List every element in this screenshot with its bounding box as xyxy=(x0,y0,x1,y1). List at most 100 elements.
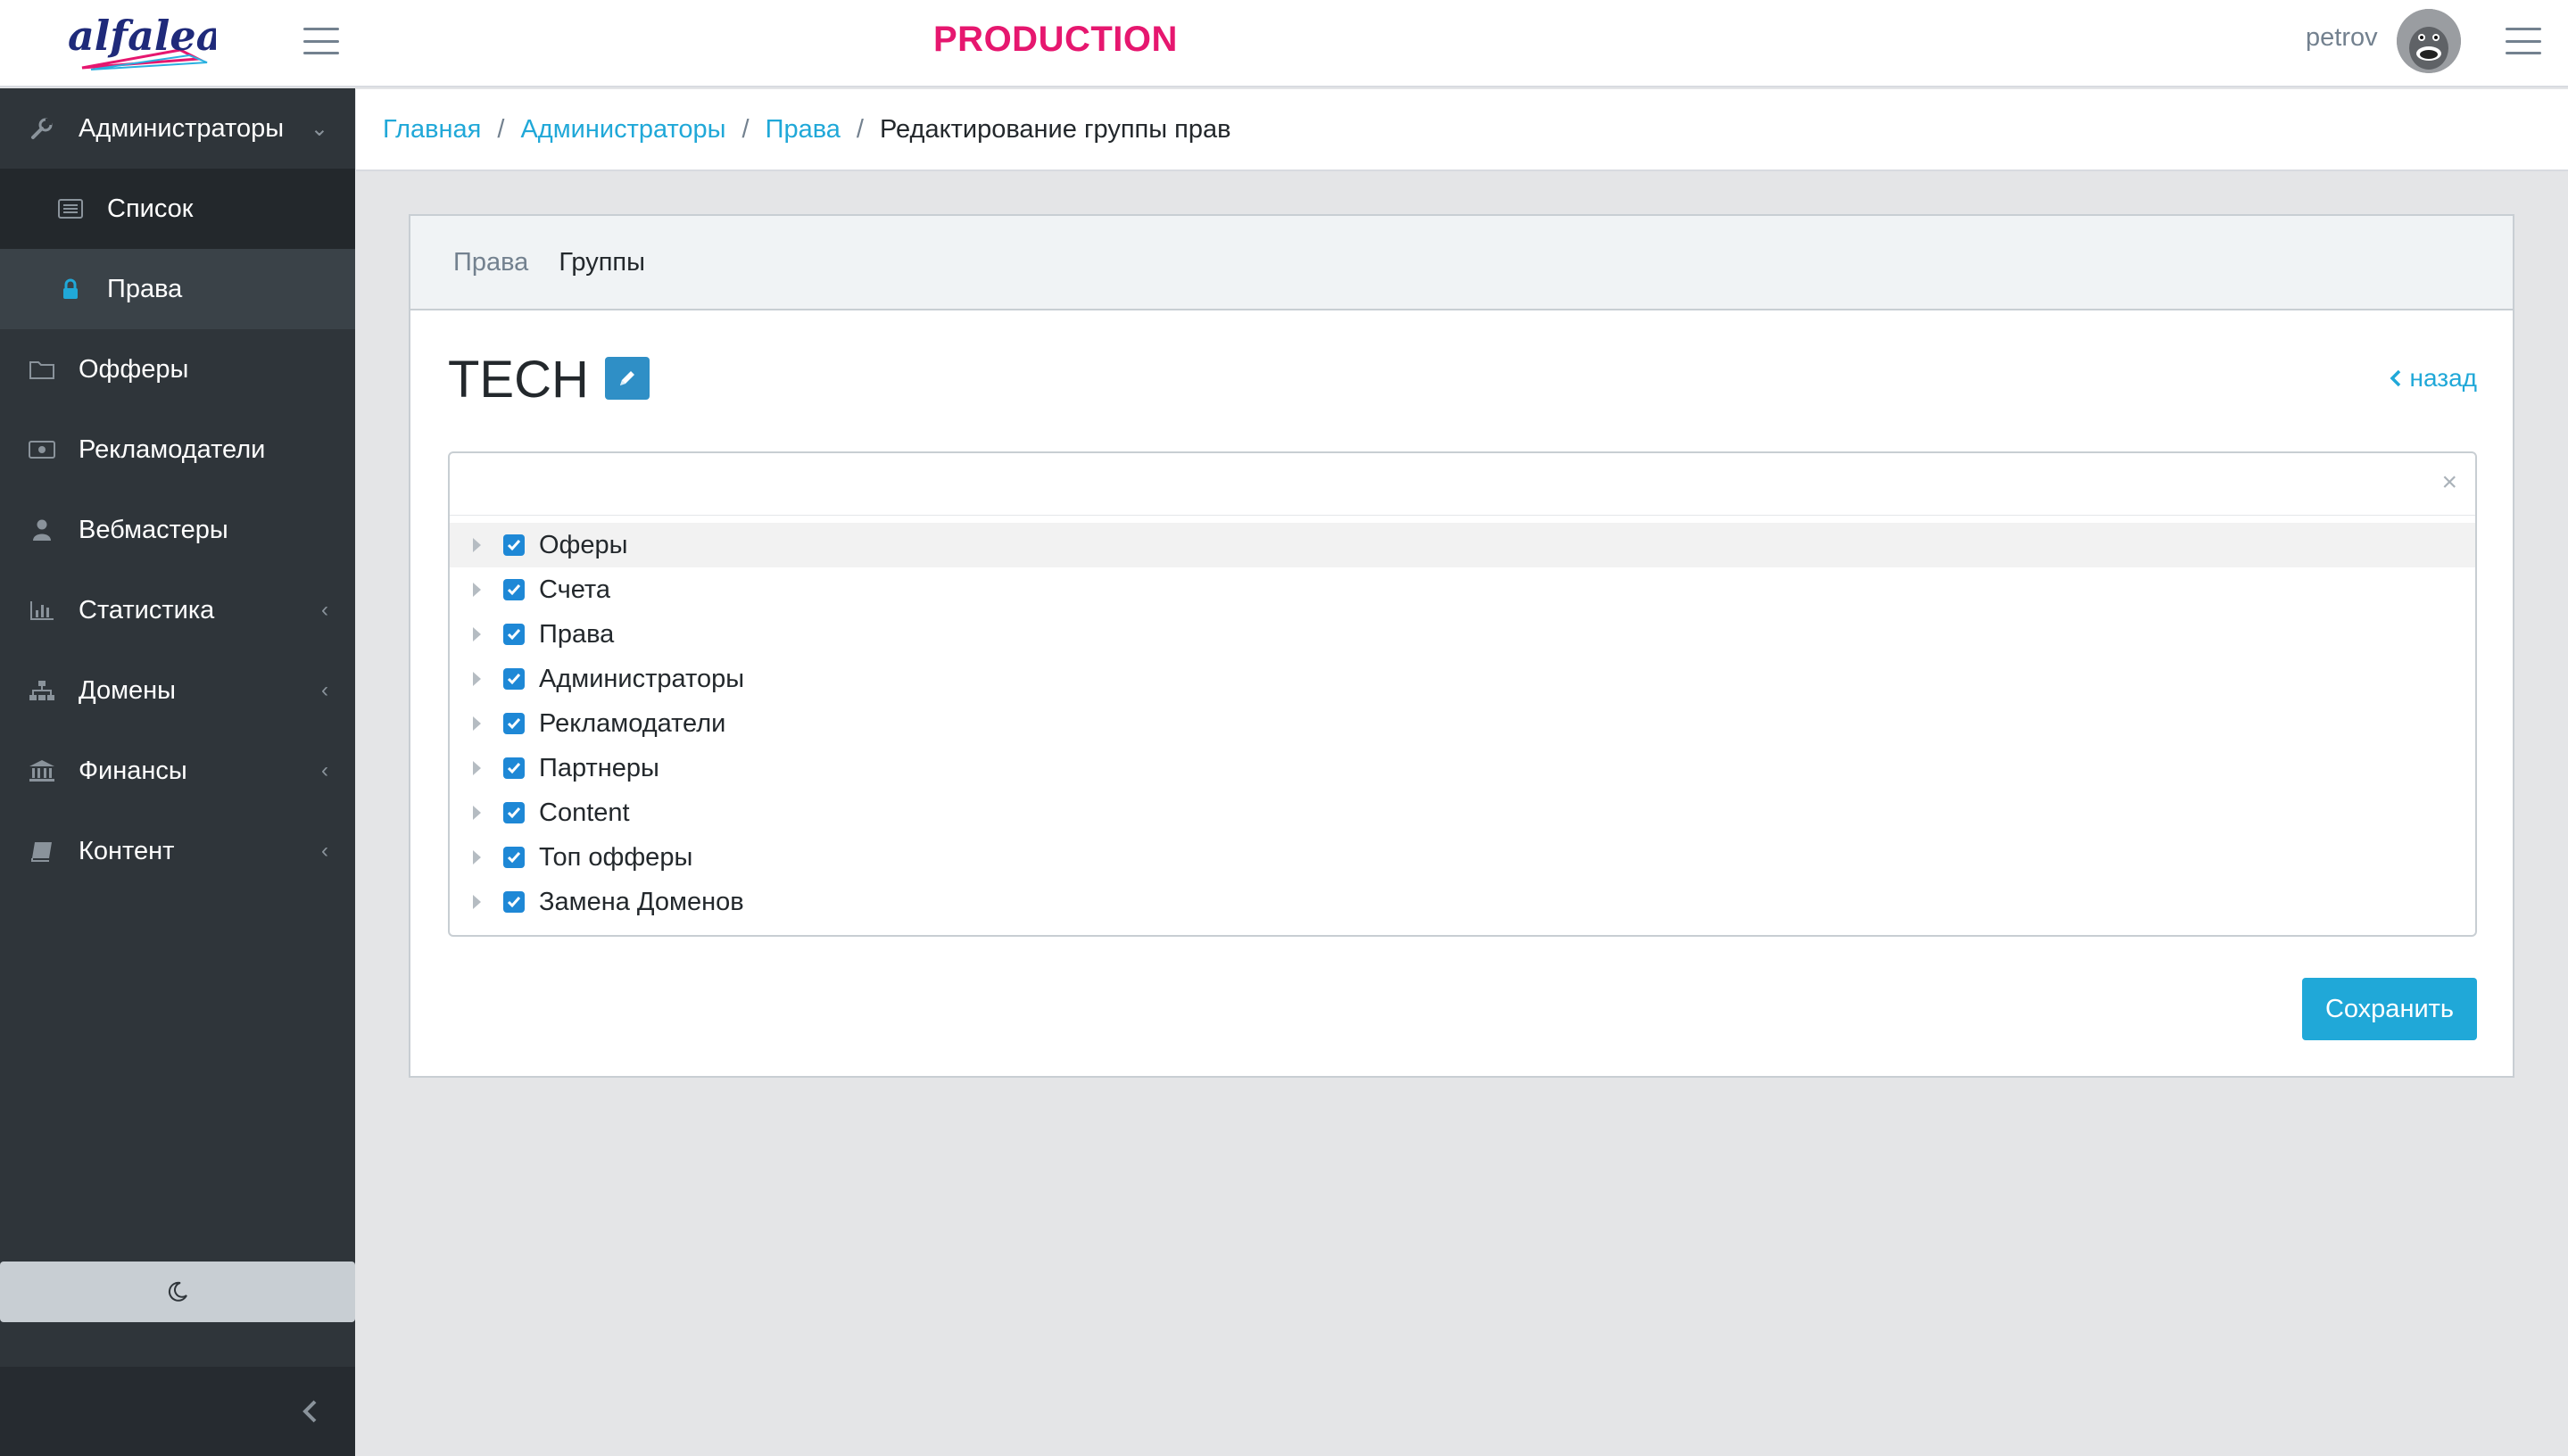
money-icon xyxy=(27,434,57,465)
sidebar-toggle-icon[interactable] xyxy=(303,28,339,54)
sidebar-item-label: Администраторы xyxy=(79,113,285,143)
chevron-left-icon xyxy=(302,1400,317,1423)
checkbox-checked[interactable] xyxy=(503,534,525,556)
card-tabs: Права Группы xyxy=(410,216,2513,310)
tree-item[interactable]: Топ офферы xyxy=(450,835,2475,880)
expand-caret-icon[interactable] xyxy=(473,583,481,597)
tree-item-label: Права xyxy=(539,619,615,649)
tree-item-label: Content xyxy=(539,798,630,827)
sidebar: Администраторы ⌄ Список Права Офферы Рек… xyxy=(0,88,355,1456)
sitemap-icon xyxy=(27,675,57,706)
tree-item-label: Замена Доменов xyxy=(539,887,744,916)
breadcrumb-rights[interactable]: Права xyxy=(766,115,841,145)
chevron-left-icon: ‹ xyxy=(321,678,328,702)
chevron-left-icon: ‹ xyxy=(321,758,328,782)
checkbox-checked[interactable] xyxy=(503,757,525,779)
edit-group-card: Права Группы TECH назад × Оферы Счета Пр… xyxy=(409,214,2514,1078)
sidebar-item-advertisers[interactable]: Рекламодатели xyxy=(0,410,355,490)
chevron-left-icon: ‹ xyxy=(321,598,328,622)
sidebar-item-label: Финансы xyxy=(79,756,187,785)
expand-caret-icon[interactable] xyxy=(473,716,481,731)
breadcrumb-home[interactable]: Главная xyxy=(383,115,481,145)
tree-item[interactable]: Администраторы xyxy=(450,657,2475,701)
expand-caret-icon[interactable] xyxy=(473,895,481,909)
sidebar-item-label: Рекламодатели xyxy=(79,434,266,464)
checkbox-checked[interactable] xyxy=(503,624,525,645)
breadcrumb: Главная / Администраторы / Права / Редак… xyxy=(356,89,2568,171)
checkbox-checked[interactable] xyxy=(503,713,525,734)
expand-caret-icon[interactable] xyxy=(473,538,481,552)
tree-item-label: Топ офферы xyxy=(539,842,693,872)
expand-caret-icon[interactable] xyxy=(473,627,481,641)
pencil-icon xyxy=(620,371,634,385)
sidebar-item-label: Список xyxy=(107,194,194,223)
checkbox-checked[interactable] xyxy=(503,668,525,690)
user-icon xyxy=(27,515,57,545)
sidebar-item-content[interactable]: Контент ‹ xyxy=(0,811,355,891)
sidebar-item-label: Статистика xyxy=(79,595,215,625)
breadcrumb-separator: / xyxy=(741,114,750,144)
tree-item-label: Партнеры xyxy=(539,753,659,782)
clear-search-icon[interactable]: × xyxy=(2441,467,2457,498)
sidebar-item-offers[interactable]: Офферы xyxy=(0,329,355,410)
breadcrumb-separator: / xyxy=(497,114,505,144)
tree-item-label: Рекламодатели xyxy=(539,708,726,738)
sidebar-minimizer[interactable] xyxy=(0,1367,355,1456)
tree-item-label: Счета xyxy=(539,575,610,604)
sidebar-item-webmasters[interactable]: Вебмастеры xyxy=(0,490,355,570)
avatar[interactable] xyxy=(2397,9,2461,73)
sidebar-item-label: Вебмастеры xyxy=(79,515,228,544)
tree-item[interactable]: Оферы xyxy=(450,523,2475,567)
sidebar-item-label: Права xyxy=(107,274,183,303)
sidebar-item-list[interactable]: Список xyxy=(0,169,355,249)
chevron-left-icon: ‹ xyxy=(321,839,328,863)
breadcrumb-administrators[interactable]: Администраторы xyxy=(520,115,725,145)
tree-item[interactable]: Права xyxy=(450,612,2475,657)
folder-icon xyxy=(27,354,57,385)
tree-item[interactable]: Счета xyxy=(450,567,2475,612)
sidebar-item-rights[interactable]: Права xyxy=(0,249,355,329)
expand-caret-icon[interactable] xyxy=(473,761,481,775)
sidebar-item-label: Контент xyxy=(79,836,175,865)
checkbox-checked[interactable] xyxy=(503,847,525,868)
checkbox-checked[interactable] xyxy=(503,579,525,600)
tree-item-label: Администраторы xyxy=(539,664,745,693)
tab-groups[interactable]: Группы xyxy=(559,248,645,277)
save-button[interactable]: Сохранить xyxy=(2302,978,2477,1040)
moon-icon xyxy=(168,1281,187,1302)
sidebar-item-domains[interactable]: Домены ‹ xyxy=(0,650,355,731)
tree-search-input[interactable] xyxy=(450,453,2475,516)
aside-menu-toggle-icon[interactable] xyxy=(2506,28,2541,54)
list-icon xyxy=(55,194,86,224)
breadcrumb-current: Редактирование группы прав xyxy=(879,114,1231,144)
sidebar-item-label: Домены xyxy=(79,675,177,705)
wrench-icon xyxy=(27,113,57,144)
tree-item[interactable]: Рекламодатели xyxy=(450,701,2475,746)
edit-group-name-button[interactable] xyxy=(605,357,650,400)
chevron-left-icon xyxy=(2390,369,2400,387)
tree-item[interactable]: Партнеры xyxy=(450,746,2475,790)
back-label: назад xyxy=(2409,364,2477,392)
sidebar-item-finance[interactable]: Финансы ‹ xyxy=(0,731,355,811)
group-title: TECH xyxy=(448,351,589,409)
back-link[interactable]: назад xyxy=(2389,364,2477,393)
checkbox-checked[interactable] xyxy=(503,802,525,823)
expand-caret-icon[interactable] xyxy=(473,806,481,820)
username[interactable]: petrov xyxy=(2306,23,2378,53)
bank-icon xyxy=(27,756,57,786)
expand-caret-icon[interactable] xyxy=(473,850,481,864)
permissions-tree: × Оферы Счета Права Администраторы Рекла… xyxy=(448,451,2477,937)
environment-label: PRODUCTION xyxy=(933,20,1178,59)
tab-rights[interactable]: Права xyxy=(453,248,528,277)
breadcrumb-separator: / xyxy=(856,114,864,144)
tree-item[interactable]: Content xyxy=(450,790,2475,835)
sidebar-item-statistics[interactable]: Статистика ‹ xyxy=(0,570,355,650)
checkbox-checked[interactable] xyxy=(503,891,525,913)
book-icon xyxy=(27,836,57,866)
alfaleads-logo[interactable]: alfaleads xyxy=(64,5,216,77)
tree-item[interactable]: Замена Доменов xyxy=(450,880,2475,924)
sidebar-item-administrators[interactable]: Администраторы ⌄ xyxy=(0,88,355,169)
night-mode-toggle[interactable] xyxy=(0,1262,355,1322)
sidebar-item-label: Офферы xyxy=(79,354,189,384)
expand-caret-icon[interactable] xyxy=(473,672,481,686)
